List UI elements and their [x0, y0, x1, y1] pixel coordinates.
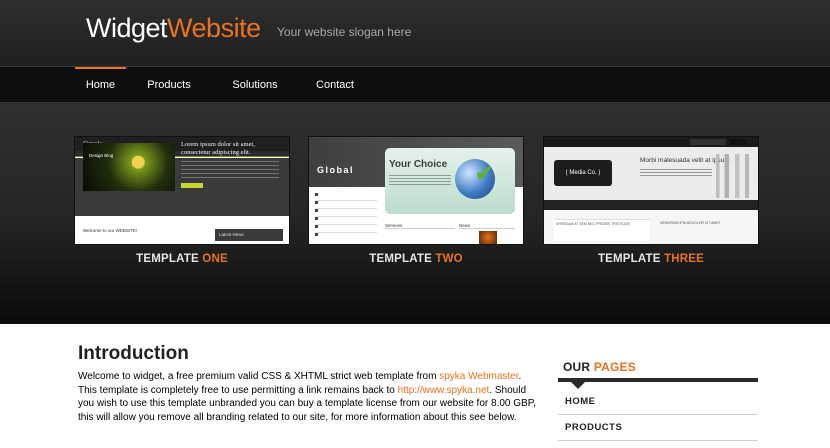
- pages-item-home[interactable]: HOME: [558, 389, 758, 415]
- thumb-section-services: Services: [385, 223, 455, 229]
- thumb-nav: [544, 200, 758, 210]
- site-logo[interactable]: WidgetWebsite: [86, 13, 261, 44]
- thumb-heading: Lorem ipsum dolor sit amet, consectetur …: [181, 141, 255, 156]
- caption-prefix: TEMPLATE: [136, 253, 199, 265]
- thumb-menu: [315, 193, 377, 239]
- caption-prefix: TEMPLATE: [369, 253, 432, 265]
- nav-item-products[interactable]: Products: [140, 67, 198, 102]
- logo-part-2: Website: [167, 13, 261, 43]
- template-showcase: Simple Design Blog Lorem ipsum dolor sit…: [0, 102, 830, 324]
- nav-item-solutions[interactable]: Solutions: [224, 67, 286, 102]
- main-nav: Home Products Solutions Contact: [0, 66, 830, 102]
- thumb-logo: ( Media Co. ): [554, 160, 612, 186]
- thumb-search: [690, 139, 726, 145]
- site-header: WidgetWebsite Your website slogan here: [0, 0, 830, 66]
- thumb-text-lines: [640, 169, 712, 177]
- spyka-webmaster-link[interactable]: spyka Webmaster: [439, 371, 518, 382]
- template-three-thumbnail[interactable]: ( Media Co. ) Morbi malesuada velit at i…: [544, 137, 758, 244]
- thumb-welcome: Welcome to our WEBSITE!: [83, 228, 138, 233]
- thumb-image: Design Blog: [83, 143, 175, 191]
- logo-part-1: Widget: [86, 13, 168, 43]
- thumb-image-label: Design Blog: [89, 153, 114, 158]
- our-pages-title-part-2: PAGES: [593, 360, 636, 374]
- template-two-caption[interactable]: TEMPLATE TWO: [309, 253, 523, 265]
- template-two-thumbnail[interactable]: Global Your Choice ✔ Services News: [309, 137, 523, 244]
- nav-item-home[interactable]: Home: [75, 67, 126, 102]
- thumb-search-button: [730, 139, 746, 145]
- template-one-caption[interactable]: TEMPLATE ONE: [75, 253, 289, 265]
- thumb-text-lines: [389, 175, 451, 187]
- template-three-caption[interactable]: TEMPLATE THREE: [544, 253, 758, 265]
- thumb-sidebar: Latest News: [215, 229, 283, 241]
- site-slogan: Your website slogan here: [277, 25, 412, 39]
- our-pages-title-part-1: OUR: [563, 360, 591, 374]
- intro-title: Introduction: [78, 343, 189, 364]
- thumb-title: Global: [317, 165, 355, 175]
- caption-highlight: THREE: [664, 253, 705, 265]
- pages-item-products[interactable]: PRODUCTS: [558, 415, 758, 441]
- thumb-side-text: NEMORUM IPSUM DOLOR SIT AMET: [660, 221, 721, 225]
- thumb-section-news: News: [459, 223, 515, 229]
- caption-highlight: ONE: [202, 253, 228, 265]
- checkmark-icon: ✔: [475, 161, 494, 186]
- thumb-button: [181, 183, 203, 188]
- our-pages-title: OUR PAGES: [563, 360, 636, 374]
- template-one-thumbnail[interactable]: Simple Design Blog Lorem ipsum dolor sit…: [75, 137, 289, 244]
- our-pages-divider: [558, 378, 758, 382]
- thumb-heading: Your Choice: [389, 159, 448, 170]
- thumb-people-image: [712, 154, 754, 198]
- intro-text: Welcome to widget, a free premium valid …: [78, 370, 536, 424]
- intro-text-part-1: Welcome to widget, a free premium valid …: [78, 371, 440, 382]
- spyka-net-link[interactable]: http://www.spyka.net: [398, 385, 490, 396]
- thumb-text-lines: [181, 161, 279, 179]
- caret-down-icon: [571, 382, 585, 389]
- thumb-image: [479, 231, 497, 244]
- nav-item-contact[interactable]: Contact: [308, 67, 362, 102]
- caption-prefix: TEMPLATE: [597, 253, 661, 265]
- thumb-box: SPERDAM AT SEM NEC PRIOSIS TRISTIQUE: [554, 219, 650, 241]
- caption-highlight: TWO: [435, 253, 463, 265]
